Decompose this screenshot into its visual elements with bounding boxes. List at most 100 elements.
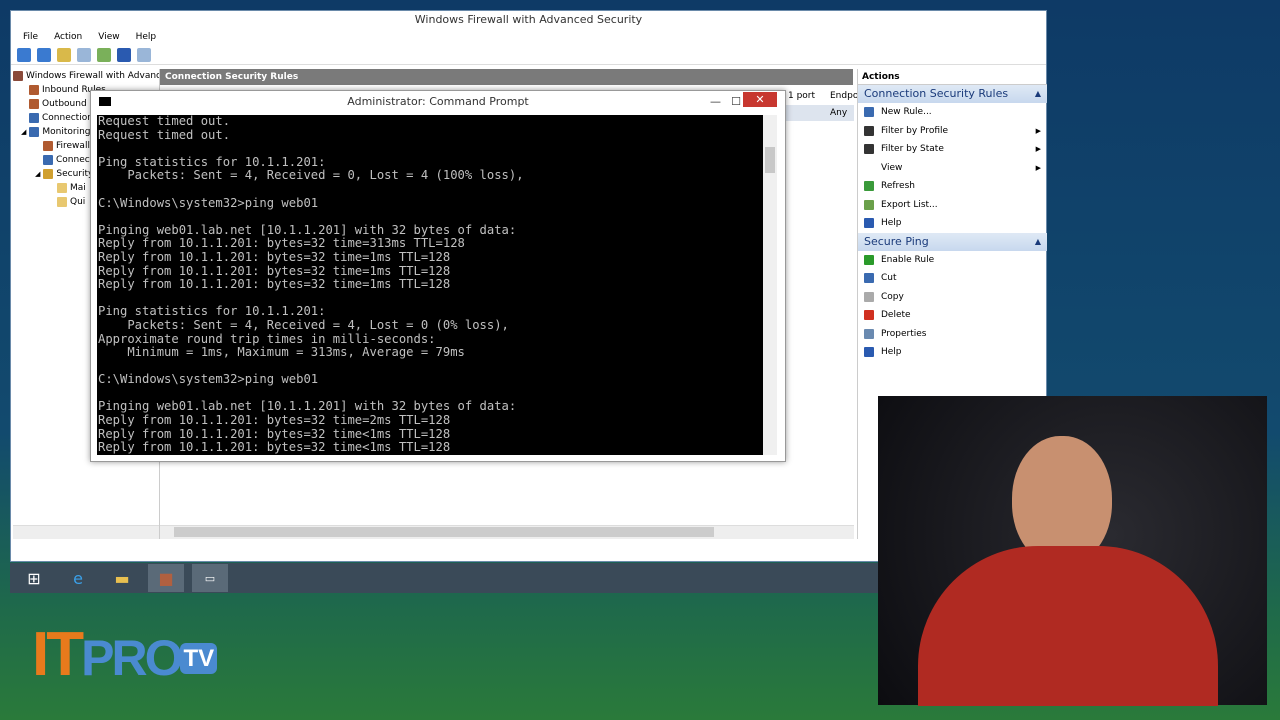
file-explorer-icon[interactable]: ▬ — [104, 564, 140, 592]
up-folder-icon[interactable] — [57, 48, 71, 62]
column-port[interactable]: 1 port — [788, 91, 815, 101]
action-new-rule[interactable]: New Rule... — [858, 103, 1047, 122]
itprotv-logo: ITPRO TV — [32, 622, 218, 692]
endpoint-cell: Any — [830, 108, 848, 118]
tree-root[interactable]: Windows Firewall with Advance — [13, 69, 159, 83]
terminal-line: Ping statistics for 10.1.1.201: — [98, 154, 326, 169]
menu-file[interactable]: File — [15, 29, 46, 45]
filter-icon — [864, 125, 874, 136]
tree-scrollbar[interactable] — [13, 525, 159, 539]
show-action-pane-icon[interactable] — [137, 48, 151, 62]
terminal-line: Reply from 10.1.1.201: bytes=32 time=1ms… — [98, 277, 451, 292]
lock-icon — [43, 169, 54, 179]
start-button[interactable]: ⊞ — [16, 564, 52, 592]
maximize-button[interactable]: ☐ — [731, 91, 741, 113]
terminal-output[interactable]: Request timed out. Request timed out. Ping… — [97, 115, 765, 455]
folder-icon — [57, 197, 67, 207]
action-refresh[interactable]: Refresh — [858, 177, 1047, 196]
new-rule-icon — [864, 107, 874, 118]
terminal-scrollbar[interactable] — [763, 115, 777, 455]
action-copy[interactable]: Copy — [858, 288, 1047, 307]
action-export-list[interactable]: Export List... — [858, 196, 1047, 215]
internet-explorer-icon[interactable]: e — [60, 564, 96, 592]
help-icon[interactable] — [117, 48, 131, 62]
help-icon — [864, 218, 874, 229]
terminal-line: Reply from 10.1.1.201: bytes=32 time=1ms… — [98, 249, 451, 264]
terminal-line: Packets: Sent = 4, Received = 0, Lost = … — [98, 168, 524, 183]
copy-icon — [864, 291, 874, 302]
firewall-taskbar-icon[interactable]: ■ — [148, 564, 184, 592]
window-title: Windows Firewall with Advanced Security — [11, 11, 1046, 29]
menu-help[interactable]: Help — [128, 29, 165, 45]
collapse-icon[interactable]: ▲ — [1035, 85, 1041, 103]
properties-icon — [864, 328, 874, 339]
expand-icon[interactable]: ◢ — [35, 167, 40, 181]
terminal-line: Reply from 10.1.1.201: bytes=32 time<1ms… — [98, 426, 451, 441]
submenu-arrow-icon: ▶ — [1035, 126, 1041, 135]
action-properties[interactable]: Properties — [858, 325, 1047, 344]
terminal-line: Request timed out. — [98, 115, 231, 128]
enable-icon — [864, 254, 874, 265]
submenu-arrow-icon: ▶ — [1035, 163, 1041, 172]
presenter-shirt — [918, 546, 1218, 706]
blank-icon — [864, 163, 874, 173]
action-filter-by-state[interactable]: Filter by State ▶ — [858, 140, 1047, 159]
section-connection-security-rules[interactable]: Connection Security Rules ▲ — [858, 85, 1047, 103]
help-icon — [864, 347, 874, 358]
action-enable-rule[interactable]: Enable Rule — [858, 251, 1047, 270]
rules-icon — [29, 99, 39, 109]
terminal-line: Minimum = 1ms, Maximum = 313ms, Average … — [98, 345, 465, 360]
show-hide-tree-icon[interactable] — [77, 48, 91, 62]
cut-icon — [864, 273, 874, 284]
center-title: Connection Security Rules — [160, 69, 853, 85]
back-icon[interactable] — [17, 48, 31, 62]
forward-icon[interactable] — [37, 48, 51, 62]
action-view[interactable]: View ▶ — [858, 159, 1047, 178]
taskbar: ⊞ e ▬ ■ ▭ — [10, 563, 878, 593]
column-endpoint[interactable]: Endpo — [830, 91, 858, 101]
actions-title: Actions — [858, 69, 1047, 85]
export-icon[interactable] — [97, 48, 111, 62]
terminal-line: Reply from 10.1.1.201: bytes=32 time<1ms… — [98, 440, 451, 455]
action-delete[interactable]: Delete — [858, 306, 1047, 325]
menu-view[interactable]: View — [90, 29, 127, 45]
firewall-icon — [43, 141, 53, 151]
submenu-arrow-icon: ▶ — [1035, 145, 1041, 153]
center-scrollbar[interactable] — [160, 525, 854, 539]
action-help[interactable]: Help — [858, 214, 1047, 233]
action-filter-by-profile[interactable]: Filter by Profile ▶ — [858, 122, 1047, 141]
terminal-line: Pinging web01.lab.net [10.1.1.201] with … — [98, 222, 517, 237]
collapse-icon[interactable]: ▲ — [1035, 233, 1041, 251]
menu-action[interactable]: Action — [46, 29, 90, 45]
terminal-line: Request timed out. — [98, 127, 231, 142]
delete-icon — [864, 310, 874, 321]
cmd-taskbar-icon[interactable]: ▭ — [192, 564, 228, 592]
terminal-line: Reply from 10.1.1.201: bytes=32 time=313… — [98, 236, 465, 251]
command-prompt-window[interactable]: Administrator: Command Prompt — ☐ ✕ Requ… — [90, 90, 786, 462]
firewall-icon — [13, 71, 23, 81]
action-help[interactable]: Help — [858, 343, 1047, 362]
close-button[interactable]: ✕ — [743, 92, 777, 107]
menu-bar: File Action View Help — [11, 29, 1046, 45]
toolbar — [11, 45, 1046, 65]
terminal-line: Pinging web01.lab.net [10.1.1.201] with … — [98, 399, 517, 414]
minimize-button[interactable]: — — [710, 91, 721, 113]
export-icon — [864, 199, 874, 210]
expand-icon[interactable]: ◢ — [21, 125, 26, 139]
rules-icon — [29, 85, 39, 95]
terminal-line: C:\Windows\system32>ping web01 — [98, 372, 319, 387]
terminal-line: Packets: Sent = 4, Received = 4, Lost = … — [98, 317, 509, 332]
terminal-line: C:\Windows\system32>ping web01 — [98, 195, 319, 210]
cmd-icon — [99, 97, 111, 106]
filter-icon — [864, 144, 874, 155]
connection-icon — [29, 113, 39, 123]
action-cut[interactable]: Cut — [858, 269, 1047, 288]
terminal-line: Reply from 10.1.1.201: bytes=32 time=1ms… — [98, 263, 451, 278]
section-secure-ping[interactable]: Secure Ping ▲ — [858, 232, 1047, 251]
